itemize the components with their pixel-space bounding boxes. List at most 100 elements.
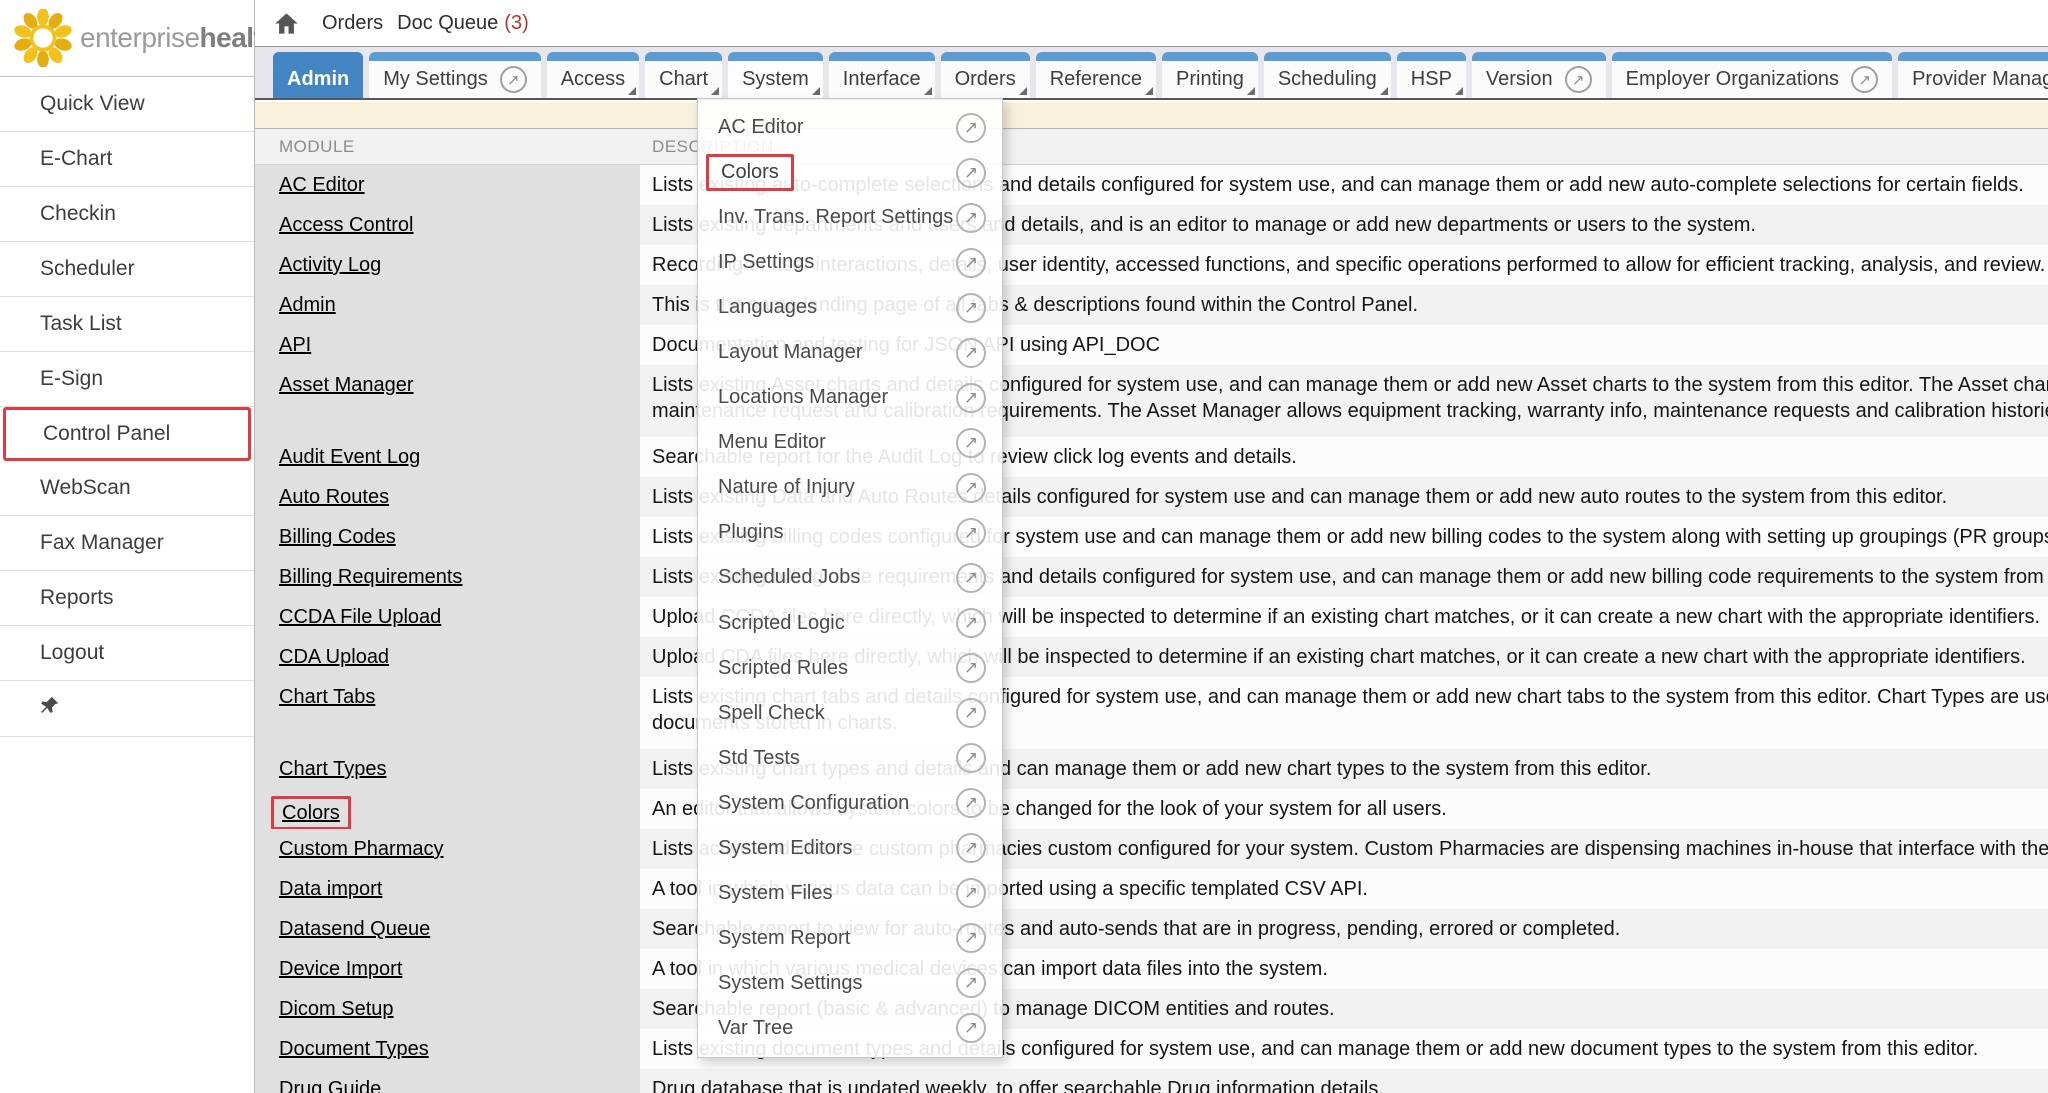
menu-item-nature-of-injury[interactable]: Nature of Injury↗ xyxy=(698,465,1002,510)
external-link-icon[interactable]: ↗ xyxy=(956,518,986,548)
menu-item-label: System Files xyxy=(718,882,832,905)
sidebar-item-checkin[interactable]: Checkin xyxy=(0,187,254,242)
module-link-datasend-queue[interactable]: Datasend Queue xyxy=(279,918,430,940)
external-link-icon[interactable]: ↗ xyxy=(956,338,986,368)
module-link-auto-routes[interactable]: Auto Routes xyxy=(279,486,389,508)
menu-item-system-configuration[interactable]: System Configuration↗ xyxy=(698,781,1002,826)
tab-scheduling[interactable]: Scheduling xyxy=(1264,52,1391,98)
home-icon[interactable] xyxy=(273,10,300,37)
external-link-icon[interactable]: ↗ xyxy=(500,66,527,93)
tab-hsp[interactable]: HSP xyxy=(1397,52,1466,98)
module-link-billing-requirements[interactable]: Billing Requirements xyxy=(279,566,462,588)
tab-reference[interactable]: Reference xyxy=(1036,52,1156,98)
tab-employer-organizations[interactable]: Employer Organizations↗ xyxy=(1612,52,1892,98)
menu-item-system-files[interactable]: System Files ↗ xyxy=(698,871,1002,916)
sidebar-item-control-panel[interactable]: Control Panel xyxy=(3,407,251,461)
external-link-icon[interactable]: ↗ xyxy=(956,1013,986,1043)
menu-item-plugins[interactable]: Plugins ↗ xyxy=(698,510,1002,555)
module-link-cda-upload[interactable]: CDA Upload xyxy=(279,646,389,668)
menu-item-scripted-logic[interactable]: Scripted Logic↗ xyxy=(698,601,1002,646)
external-link-icon[interactable]: ↗ xyxy=(956,878,986,908)
external-link-icon[interactable]: ↗ xyxy=(956,473,986,503)
sidebar-item-scheduler[interactable]: Scheduler xyxy=(0,242,254,297)
menu-item-inv-trans-report-settings[interactable]: Inv. Trans. Report Settings↗ xyxy=(698,195,1002,240)
module-link-dicom-setup[interactable]: Dicom Setup xyxy=(279,998,394,1020)
menu-item-layout-manager[interactable]: Layout Manager↗ xyxy=(698,330,1002,375)
menu-item-var-tree[interactable]: Var Tree↗ xyxy=(698,1006,1002,1051)
breadcrumb-doc-queue[interactable]: Doc Queue xyxy=(397,12,498,35)
sidebar-item-e-sign[interactable]: E-Sign xyxy=(0,352,254,407)
tab-orders[interactable]: Orders xyxy=(941,52,1030,98)
external-link-icon[interactable]: ↗ xyxy=(956,608,986,638)
external-link-icon[interactable]: ↗ xyxy=(956,698,986,728)
tab-label: Reference xyxy=(1050,68,1142,91)
tab-label: Provider Management xyxy=(1912,68,2048,91)
module-link-billing-codes[interactable]: Billing Codes xyxy=(279,526,396,548)
external-link-icon[interactable]: ↗ xyxy=(956,293,986,323)
module-link-data-import[interactable]: Data import xyxy=(279,878,382,900)
tab-interface[interactable]: Interface xyxy=(829,52,935,98)
menu-item-languages[interactable]: Languages↗ xyxy=(698,285,1002,330)
menu-item-ac-editor[interactable]: AC Editor↗ xyxy=(698,105,1002,150)
external-link-icon[interactable]: ↗ xyxy=(1565,66,1592,93)
external-link-icon[interactable]: ↗ xyxy=(956,428,986,458)
breadcrumb-orders[interactable]: Orders xyxy=(322,12,383,35)
sidebar-item-quick-view[interactable]: Quick View xyxy=(0,77,254,132)
menu-item-ip-settings[interactable]: IP Settings↗ xyxy=(698,240,1002,285)
external-link-icon[interactable]: ↗ xyxy=(956,968,986,998)
sidebar-item-task-list[interactable]: Task List xyxy=(0,297,254,352)
module-link-document-types[interactable]: Document Types xyxy=(279,1038,429,1060)
tab-access[interactable]: Access xyxy=(547,52,639,98)
menu-item-scripted-rules[interactable]: Scripted Rules↗ xyxy=(698,646,1002,691)
external-link-icon[interactable]: ↗ xyxy=(956,113,986,143)
menu-item-std-tests[interactable]: Std Tests↗ xyxy=(698,736,1002,781)
menu-item-locations-manager[interactable]: Locations Manager↗ xyxy=(698,375,1002,420)
menu-item-label: Plugins xyxy=(718,521,784,544)
tab-provider-management[interactable]: Provider Management↗ xyxy=(1898,52,2048,98)
module-link-ac-editor[interactable]: AC Editor xyxy=(279,174,365,196)
module-link-chart-tabs[interactable]: Chart Tabs xyxy=(279,686,375,708)
menu-item-spell-check[interactable]: Spell Check↗ xyxy=(698,691,1002,736)
external-link-icon[interactable]: ↗ xyxy=(956,248,986,278)
menu-item-system-editors[interactable]: System Editors↗ xyxy=(698,826,1002,871)
external-link-icon[interactable]: ↗ xyxy=(956,743,986,773)
sidebar-item-webscan[interactable]: WebScan xyxy=(0,461,254,516)
module-link-audit-event-log[interactable]: Audit Event Log xyxy=(279,446,420,468)
menu-item-menu-editor[interactable]: Menu Editor↗ xyxy=(698,420,1002,465)
tab-version[interactable]: Version↗ xyxy=(1472,52,1606,98)
sidebar-item-e-chart[interactable]: E-Chart xyxy=(0,132,254,187)
tab-printing[interactable]: Printing xyxy=(1162,52,1258,98)
external-link-icon[interactable]: ↗ xyxy=(956,923,986,953)
tab-chart[interactable]: Chart xyxy=(645,52,722,98)
menu-item-system-settings[interactable]: System Settings↗ xyxy=(698,961,1002,1006)
tab-admin[interactable]: Admin xyxy=(273,52,363,98)
external-link-icon[interactable]: ↗ xyxy=(956,563,986,593)
external-link-icon[interactable]: ↗ xyxy=(956,788,986,818)
module-link-drug-guide[interactable]: Drug Guide xyxy=(279,1078,381,1093)
menu-item-colors[interactable]: Colors↗ xyxy=(698,150,1002,195)
tab-system[interactable]: System xyxy=(728,52,823,98)
module-link-ccda-file-upload[interactable]: CCDA File Upload xyxy=(279,606,441,628)
tab-my-settings[interactable]: My Settings↗ xyxy=(369,52,540,98)
menu-item-scheduled-jobs[interactable]: Scheduled Jobs↗ xyxy=(698,555,1002,600)
external-link-icon[interactable]: ↗ xyxy=(956,833,986,863)
sidebar-item-fax-manager[interactable]: Fax Manager xyxy=(0,516,254,571)
sidebar-item-reports[interactable]: Reports xyxy=(0,571,254,626)
module-link-activity-log[interactable]: Activity Log xyxy=(279,254,381,276)
module-link-asset-manager[interactable]: Asset Manager xyxy=(279,374,414,396)
module-link-colors[interactable]: Colors xyxy=(282,802,340,824)
module-link-access-control[interactable]: Access Control xyxy=(279,214,414,236)
external-link-icon[interactable]: ↗ xyxy=(1851,66,1878,93)
external-link-icon[interactable]: ↗ xyxy=(956,383,986,413)
external-link-icon[interactable]: ↗ xyxy=(956,653,986,683)
sidebar-item-logout[interactable]: Logout xyxy=(0,626,254,681)
module-link-chart-types[interactable]: Chart Types xyxy=(279,758,386,780)
module-link-api[interactable]: API xyxy=(279,334,311,356)
external-link-icon[interactable]: ↗ xyxy=(956,203,986,233)
module-link-admin[interactable]: Admin xyxy=(279,294,336,316)
pin-icon[interactable] xyxy=(38,695,60,717)
module-link-device-import[interactable]: Device Import xyxy=(279,958,402,980)
module-link-custom-pharmacy[interactable]: Custom Pharmacy xyxy=(279,838,444,860)
menu-item-system-report[interactable]: System Report↗ xyxy=(698,916,1002,961)
external-link-icon[interactable]: ↗ xyxy=(956,158,986,188)
